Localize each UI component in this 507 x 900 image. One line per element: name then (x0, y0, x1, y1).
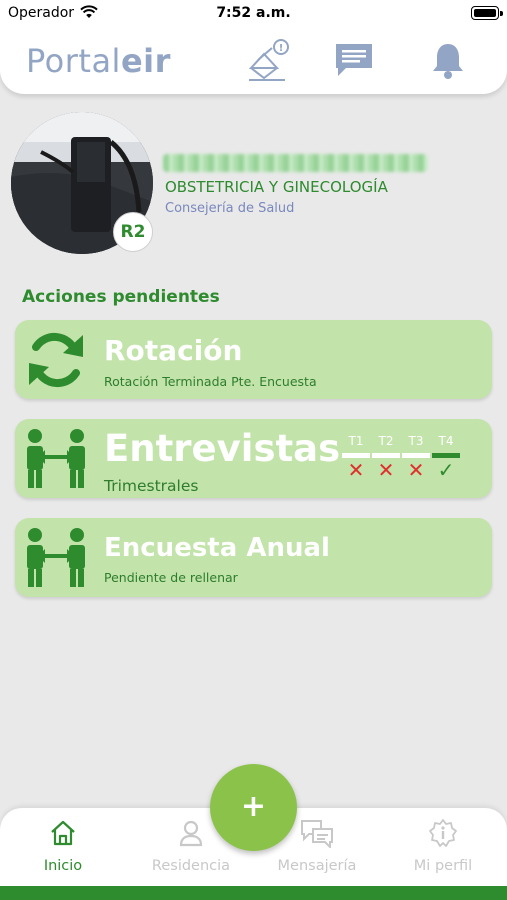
home-icon (51, 820, 75, 846)
people-exchange-icon (27, 528, 85, 587)
user-name-redacted (163, 154, 428, 172)
cross-icon: ✕ (377, 458, 395, 482)
svg-text:!: ! (279, 43, 284, 54)
app-header: Portaleir ! (0, 28, 507, 94)
quarter-t3: T3 ✕ (402, 434, 430, 480)
check-icon: ✓ (437, 458, 455, 482)
person-icon (179, 820, 203, 847)
rank-badge: R2 (113, 212, 153, 252)
annual-survey-subtitle: Pendiente de rellenar (104, 570, 238, 585)
app-logo: Portaleir (26, 42, 171, 80)
quarter-label: T1 (348, 434, 364, 448)
nav-label: Inicio (43, 858, 83, 874)
interviews-title: Entrevistas (104, 427, 341, 470)
battery-icon (471, 6, 503, 20)
nav-item-inicio[interactable]: Inicio (8, 818, 118, 874)
annual-survey-card[interactable]: Encuesta Anual Pendiente de rellenar (15, 518, 492, 597)
chat-icon[interactable] (332, 38, 376, 82)
cross-icon: ✕ (347, 458, 365, 482)
bell-icon[interactable] (426, 38, 470, 82)
info-gear-icon (429, 819, 457, 847)
quarter-t1: T1 ✕ (342, 434, 370, 480)
chat-bubbles-icon (301, 820, 333, 848)
people-exchange-icon (27, 429, 85, 488)
status-time: 7:52 a.m. (216, 5, 291, 21)
nav-label: Residencia (151, 858, 231, 874)
annual-survey-title: Encuesta Anual (104, 533, 330, 563)
interviews-subtitle: Trimestrales (104, 477, 199, 495)
nav-label: Mensajería (277, 858, 357, 874)
bottom-accent-strip (0, 886, 507, 900)
quarter-label: T4 (438, 434, 454, 448)
rotation-card[interactable]: Rotación Rotación Terminada Pte. Encuest… (15, 320, 492, 399)
interviews-card[interactable]: Entrevistas Trimestrales T1 ✕ T2 ✕ T3 ✕ … (15, 419, 492, 498)
rotation-title: Rotación (104, 334, 243, 367)
sync-icon (29, 332, 83, 388)
cross-icon: ✕ (407, 458, 425, 482)
status-bar: Operador 7:52 a.m. (0, 0, 507, 28)
nav-label: Mi perfil (413, 858, 473, 874)
mail-alert-icon[interactable]: ! (246, 38, 290, 82)
add-fab-button[interactable]: + (210, 764, 297, 851)
pending-actions-title: Acciones pendientes (22, 287, 220, 307)
rotation-subtitle: Rotación Terminada Pte. Encuesta (104, 374, 317, 389)
nav-item-mi-perfil[interactable]: Mi perfil (388, 818, 498, 874)
quarter-label: T3 (408, 434, 424, 448)
quarter-t2: T2 ✕ (372, 434, 400, 480)
specialty-label: OBSTETRICIA Y GINECOLOGÍA (165, 178, 388, 196)
quarter-status: T1 ✕ T2 ✕ T3 ✕ T4 ✓ (342, 434, 478, 494)
quarter-t4: T4 ✓ (432, 434, 460, 480)
quarter-label: T2 (378, 434, 394, 448)
organization-label: Consejería de Salud (165, 201, 295, 216)
